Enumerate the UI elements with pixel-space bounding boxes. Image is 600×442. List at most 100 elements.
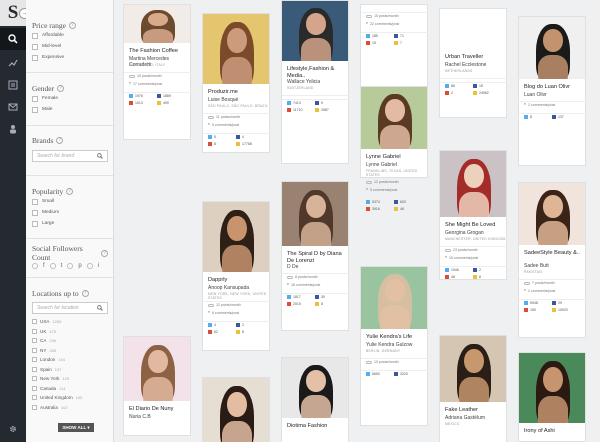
blogger-card[interactable]: 15 posts/month ❞ 22 comments/post 185 71 15 7	[360, 4, 429, 94]
location-option[interactable]: CA 296	[32, 336, 108, 346]
price-option[interactable]: Expensive	[32, 52, 108, 63]
blogger-card[interactable]: SadeeStyle Beauty &.. Sadee Butt PAKISTAN 7…	[518, 182, 587, 338]
social-stat: 2	[236, 323, 264, 327]
blog-location: PAKISTAN	[524, 270, 542, 274]
social-radio[interactable]	[49, 262, 56, 269]
location-option[interactable]: UK 475	[32, 327, 108, 337]
blog-title[interactable]: Irony of Ashi	[524, 428, 584, 435]
blogger-card[interactable]: The Spiral D by Diana De Lorenzi D De 8 po…	[281, 181, 350, 331]
help-icon[interactable]: ?	[57, 84, 65, 92]
location-option[interactable]: New York 125	[32, 374, 108, 384]
social-stat: 71	[394, 34, 422, 38]
blogger-photo[interactable]	[203, 14, 269, 84]
location-search-input[interactable]: Search for location	[32, 302, 108, 314]
location-option[interactable]: Spain 137	[32, 365, 108, 375]
blogger-photo[interactable]	[440, 9, 506, 49]
blog-title[interactable]: Urban Traveller	[445, 54, 505, 61]
blog-title[interactable]: SadeeStyle Beauty &..	[524, 250, 584, 257]
brand-search-input[interactable]: Search for brand	[32, 150, 108, 162]
blogger-card[interactable]: El Diario De Nuny Nuria C.B	[123, 336, 191, 436]
price-option[interactable]: Mid-level	[32, 41, 108, 52]
gear-icon[interactable]	[0, 418, 26, 440]
blogger-photo[interactable]	[282, 1, 348, 61]
blog-author: Lynne Gabriel	[366, 162, 397, 168]
blogger-card[interactable]: She Might Be Loved Georgina Grogan MANCHES…	[439, 150, 508, 280]
blog-title[interactable]: Dapprly	[208, 277, 268, 284]
social-stat: 8	[236, 330, 264, 334]
blogger-photo[interactable]	[440, 151, 506, 217]
show-all-button[interactable]: SHOW ALL ▾	[58, 423, 94, 432]
blogger-card[interactable]: The Fashion Coffee Martina Mercedes Corra…	[123, 4, 192, 140]
comments-per-post: ❞ 17 comments/post	[129, 82, 163, 86]
social-stat: 8	[524, 115, 552, 119]
help-icon[interactable]: ?	[81, 289, 89, 297]
blog-title[interactable]: The Spiral D by Diana De Lorenzi	[287, 251, 347, 264]
help-icon[interactable]: ?	[66, 187, 74, 195]
blogger-photo[interactable]	[440, 336, 506, 402]
location-option[interactable]: Canada 114	[32, 384, 108, 394]
social-radio[interactable]	[32, 262, 38, 269]
help-icon[interactable]: ?	[68, 21, 76, 29]
blog-title[interactable]: Fake Leather	[445, 407, 505, 414]
blog-title[interactable]: Diotima Fashion	[287, 423, 347, 430]
blogger-photo[interactable]	[282, 182, 348, 246]
blog-title[interactable]: Lynne Gabriel	[366, 154, 426, 161]
posts-per-month: 7 posts/month	[524, 281, 555, 285]
blogger-card[interactable]: Produzir.me Luise Bosqué SÃO PAULO, SÃO PA…	[202, 13, 271, 153]
blogger-card[interactable]: Fake Leather Adriana Gastélum MEXICO	[439, 335, 507, 442]
blogger-photo[interactable]	[203, 378, 269, 442]
brands-title: Brands	[32, 135, 54, 145]
mail-icon[interactable]	[0, 96, 26, 118]
blogger-photo[interactable]	[282, 358, 348, 418]
location-option[interactable]: Australia 102	[32, 403, 108, 413]
blog-title[interactable]: The Fashion Coffee	[129, 48, 189, 55]
help-icon[interactable]: ?	[56, 136, 64, 144]
gender-option[interactable]: Male	[32, 104, 108, 115]
blog-title[interactable]: El Diario De Nuny	[129, 406, 189, 413]
comments-per-post: ❞ 22 comments/post	[366, 22, 400, 26]
blogger-card[interactable]	[202, 377, 270, 442]
blogger-photo[interactable]	[203, 202, 269, 272]
blog-title[interactable]: She Might Be Loved	[445, 222, 505, 229]
blogger-card[interactable]: Lifestyle,Fashion & Media.. Wallace Yolic…	[281, 0, 350, 164]
help-icon[interactable]: ?	[101, 249, 108, 257]
blogger-photo[interactable]	[361, 87, 427, 149]
blogger-card[interactable]: Diotima Fashion	[281, 357, 349, 442]
blogger-card[interactable]: Dapprly Anoop Kansupada NEW YORK, NEW YORK…	[202, 201, 271, 351]
chart-icon[interactable]	[0, 52, 26, 74]
blogger-card[interactable]: Lynne Gabriel Lynne Gabriel FRANKLINS, TEX…	[360, 86, 429, 211]
blogger-photo[interactable]	[519, 183, 585, 245]
gender-option[interactable]: Female	[32, 93, 108, 104]
location-option[interactable]: USA 1265	[32, 317, 108, 327]
blogger-photo[interactable]	[519, 353, 585, 423]
location-option[interactable]: United Kingdom 105	[32, 393, 108, 403]
blog-title[interactable]: Yulie Kendra's Life	[366, 334, 426, 341]
search-icon[interactable]	[0, 28, 26, 50]
popularity-option[interactable]: Small	[32, 196, 108, 207]
blog-title[interactable]: Produzir.me	[208, 89, 268, 96]
instagram-icon: i	[97, 262, 100, 269]
list-icon[interactable]	[0, 74, 26, 96]
blogger-photo[interactable]	[124, 5, 190, 43]
location-option[interactable]: NY 265	[32, 346, 108, 356]
social-stat: 29	[552, 301, 580, 305]
social-icon	[287, 295, 291, 299]
blogger-card[interactable]: Yulie Kendra's Life Yulie Kendra Gulzow BE…	[360, 266, 429, 426]
blogger-card[interactable]: Irony of Ashi	[518, 352, 586, 442]
popularity-option[interactable]: Large	[32, 218, 108, 229]
person-icon[interactable]	[0, 118, 26, 140]
social-radio[interactable]	[86, 262, 93, 269]
social-radio[interactable]	[67, 262, 74, 269]
blogger-card[interactable]: Blog do Luan Olivr Luan Olivr ❞ 2 comments/…	[518, 16, 587, 166]
blogger-photo[interactable]	[519, 17, 585, 79]
blogger-card[interactable]: Urban Traveller Rachel Ecclestone NETHERLA…	[439, 8, 508, 118]
blogger-photo[interactable]	[361, 267, 427, 329]
blogger-photo[interactable]	[124, 337, 190, 401]
blog-title[interactable]: Blog do Luan Olivr	[524, 84, 584, 91]
blog-title[interactable]: Lifestyle,Fashion & Media..	[287, 66, 347, 79]
blog-author: Nuria C.B	[129, 414, 151, 420]
price-option[interactable]: Affordable	[32, 30, 108, 41]
location-option[interactable]: London 154	[32, 355, 108, 365]
popularity-option[interactable]: Medium	[32, 207, 108, 218]
social-icon	[236, 135, 240, 139]
